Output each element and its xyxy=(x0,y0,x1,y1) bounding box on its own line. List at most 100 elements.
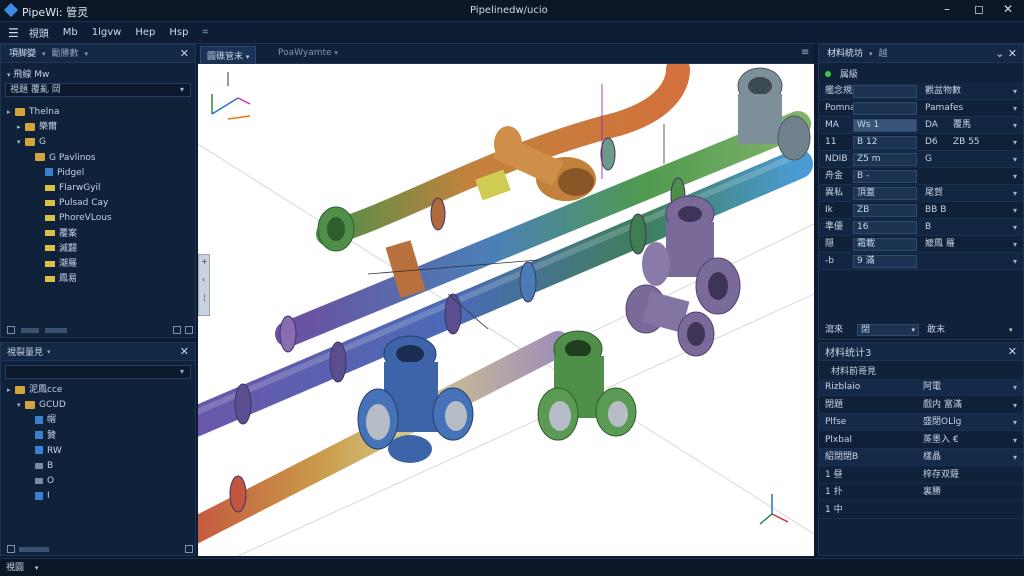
menu-item-4[interactable]: Hsp xyxy=(169,27,188,38)
tab-flow-view[interactable]: PoaWyamte ▾ xyxy=(278,48,338,58)
chevron-down-icon[interactable]: ▾ xyxy=(1013,202,1017,219)
stats-row[interactable]: Plxbal 蒸墨入 € ▾ xyxy=(819,431,1023,449)
tree-item[interactable]: I xyxy=(27,489,50,503)
tab-layers[interactable]: 視裂量見 xyxy=(7,345,43,358)
property-row[interactable]: 準優 16 B ▾ xyxy=(819,219,1023,236)
chevron-down-icon[interactable]: ▾ xyxy=(1013,100,1017,117)
footer-dropdown-icon[interactable]: ▾ xyxy=(1009,321,1013,339)
property-row[interactable]: NDIB Z5 m G ▾ xyxy=(819,151,1023,168)
expand-arrow-icon[interactable]: ▾ xyxy=(17,398,25,412)
close-icon[interactable]: ✕ xyxy=(1003,2,1013,16)
tree-item[interactable]: FlarwGyil xyxy=(37,181,101,195)
maximize-icon[interactable]: ◻ xyxy=(974,2,984,16)
menu-item-2[interactable]: 1lgvw xyxy=(92,27,122,38)
3d-viewport[interactable]: + ‹ ¦ xyxy=(198,64,814,556)
tree-item[interactable]: ▸ 泥鳳cce xyxy=(7,383,62,397)
chevron-down-icon[interactable]: ▾ xyxy=(1013,236,1017,253)
layer-tool-icon[interactable] xyxy=(7,545,15,553)
tree-item[interactable]: ▾ G xyxy=(17,135,46,149)
chevron-down-icon[interactable]: ▾ xyxy=(1013,449,1017,466)
stats-row[interactable]: Rizblaio 阿電 ▾ xyxy=(819,379,1023,396)
footer-select[interactable]: 閉 ▾ xyxy=(857,324,919,336)
stats-row[interactable]: 紹閉閉B 樣晶 ▾ xyxy=(819,449,1023,466)
tree-item[interactable]: ▸ Thelna xyxy=(7,105,59,119)
tree-item[interactable]: 滅闢 xyxy=(37,242,77,256)
menu-item-0[interactable]: 視頭 xyxy=(29,25,49,40)
property-row[interactable]: Pomnaerea Pamafes ▾ xyxy=(819,100,1023,117)
stats-row[interactable]: 閉題 戲内 富滿 ▾ xyxy=(819,396,1023,414)
pipe-riser[interactable] xyxy=(385,240,426,298)
tab-project[interactable]: 項脚變 xyxy=(3,45,42,63)
property-row[interactable]: Ik ZB BB B ▾ xyxy=(819,202,1023,219)
tree-item[interactable]: O xyxy=(27,474,54,488)
filter-row[interactable]: ▾ 飛線 Mw xyxy=(7,67,49,80)
pipe-model-svg[interactable] xyxy=(198,64,814,556)
minimize-icon[interactable]: – xyxy=(944,2,950,16)
expand-arrow-icon[interactable]: ▸ xyxy=(17,120,25,134)
stats-row[interactable]: 1 扑 裏勝 xyxy=(819,484,1023,501)
stats-row[interactable]: 1 昼 梓存双薩 xyxy=(819,466,1023,484)
property-row[interactable]: -b 9 滿 ▾ xyxy=(819,253,1023,270)
menu-item-3[interactable]: Hep xyxy=(135,27,155,38)
expand-arrow-icon[interactable]: ▸ xyxy=(7,383,15,397)
property-row[interactable]: 隠 霜載 嬤鳳 羅 ▾ xyxy=(819,236,1023,253)
stats-row[interactable]: 1 中 xyxy=(819,501,1023,519)
expand-arrow-icon[interactable]: ▾ xyxy=(17,135,25,149)
chevron-down-icon[interactable]: ▾ xyxy=(1013,219,1017,236)
tree-item[interactable]: 覆案 xyxy=(37,227,77,241)
view-select[interactable]: 視題 覆亂 岡 ▾ xyxy=(5,83,191,97)
tree-item[interactable]: B xyxy=(27,459,53,473)
property-row[interactable]: 異私 頂蓋 尾賀 ▾ xyxy=(819,185,1023,202)
property-row[interactable]: 11 B 12 D6 ZB 55 ▾ xyxy=(819,134,1023,151)
tree-item[interactable]: G Pavlinos xyxy=(27,151,96,165)
zoom-out-icon[interactable]: ‹ xyxy=(202,275,205,284)
close-panel-icon[interactable]: ✕ xyxy=(180,47,189,60)
pin-icon[interactable]: ⌗ xyxy=(202,27,208,38)
chevron-down-icon[interactable]: ▾ xyxy=(1013,151,1017,168)
options-icon[interactable] xyxy=(173,326,181,334)
chevron-down-icon[interactable]: ▾ xyxy=(1013,185,1017,202)
tree-item[interactable]: 潮羅 xyxy=(37,257,77,271)
property-row[interactable]: MA Ws 1 DA 覆馬 ▾ xyxy=(819,117,1023,134)
tab-material[interactable]: 材料統坊 xyxy=(821,45,869,63)
tab-stats[interactable]: 材料统计3 xyxy=(825,344,871,359)
tree-item[interactable]: 帽 xyxy=(27,413,56,427)
zoom-in-icon[interactable]: + xyxy=(201,257,208,266)
layer-select[interactable]: ▾ xyxy=(5,365,191,379)
viewport-menu-icon[interactable]: ≡ xyxy=(801,47,809,58)
hamburger-icon[interactable]: ☰ xyxy=(8,26,19,40)
chevron-down-icon[interactable]: ▾ xyxy=(1013,83,1017,100)
property-row[interactable]: 艦念規劃 觀盆物數 ▾ xyxy=(819,83,1023,100)
close-layer-panel-icon[interactable]: ✕ xyxy=(180,345,189,358)
stats-row[interactable]: Plfse 盛閉OLlg ▾ xyxy=(819,414,1023,431)
tree-item[interactable]: PhoreVLous xyxy=(37,211,112,225)
close-material-icon[interactable]: ⌄ ✕ xyxy=(995,47,1017,60)
value-cell[interactable] xyxy=(853,102,917,115)
chevron-down-icon[interactable]: ▾ xyxy=(1013,134,1017,151)
pan-icon[interactable]: ¦ xyxy=(203,293,206,302)
chevron-down-icon[interactable]: ▾ xyxy=(1013,168,1017,185)
expand-arrow-icon[interactable]: ▸ xyxy=(7,105,15,119)
tree-item[interactable]: Pulsad Cay xyxy=(37,196,108,210)
chevron-down-icon[interactable]: ▾ xyxy=(1013,253,1017,270)
property-row[interactable]: 舟金 B - ▾ xyxy=(819,168,1023,185)
tree-item[interactable]: 鳳易 xyxy=(37,272,77,286)
close-stats-icon[interactable]: ✕ xyxy=(1008,345,1017,358)
settings-icon[interactable] xyxy=(185,326,193,334)
chevron-down-icon[interactable]: ▾ xyxy=(1013,414,1017,431)
status-bar-dropdown-icon[interactable]: ▾ xyxy=(35,564,39,572)
chevron-down-icon[interactable]: ▾ xyxy=(1013,379,1017,396)
chevron-down-icon[interactable]: ▾ xyxy=(1013,117,1017,134)
tree-item[interactable]: ▾ GCUD xyxy=(17,398,66,412)
tab-properties[interactable]: 勵勝數 xyxy=(46,45,85,63)
tab-extra[interactable]: 越 xyxy=(873,45,894,63)
elbow-green[interactable] xyxy=(317,206,355,252)
tree-item[interactable]: ▸ 樂爾 xyxy=(17,120,57,134)
chevron-down-icon[interactable]: ▾ xyxy=(1013,432,1017,449)
layer-settings-icon[interactable] xyxy=(185,545,193,553)
tree-item[interactable]: Pidgel xyxy=(37,166,84,180)
menu-item-1[interactable]: Mb xyxy=(63,27,78,38)
tab-pipe-view[interactable]: 圓礁管末 ▾ xyxy=(200,46,257,65)
tree-item[interactable]: RW xyxy=(27,444,62,458)
tree-item[interactable]: 贊 xyxy=(27,429,56,443)
